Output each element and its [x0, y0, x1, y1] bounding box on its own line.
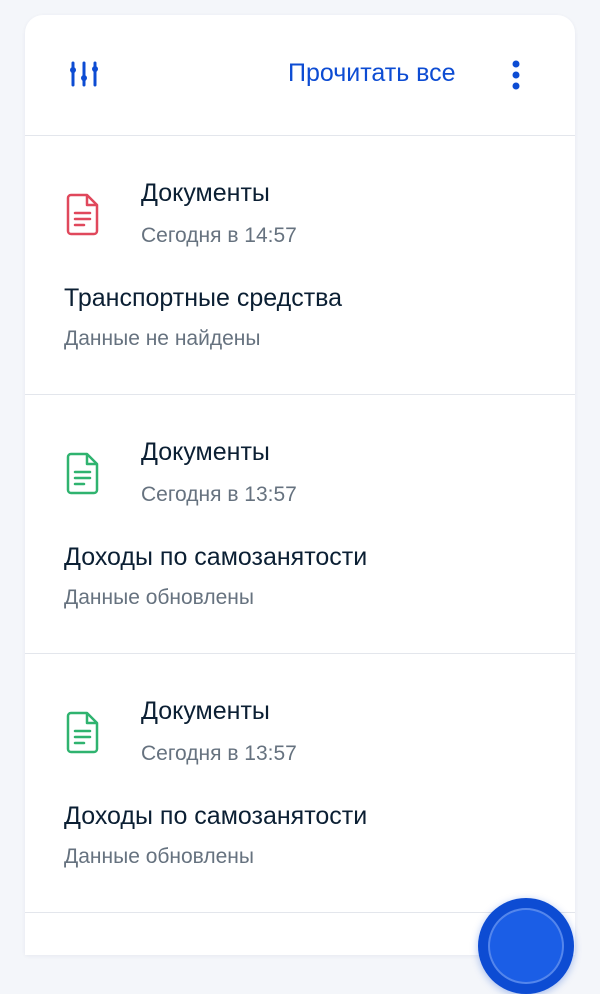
document-icon: [65, 710, 101, 754]
notification-status: Данные обновлены: [64, 845, 254, 868]
assistant-icon: [488, 908, 564, 984]
notification-category: Документы: [141, 179, 270, 207]
notification-status: Данные не найдены: [64, 327, 261, 350]
notifications-card: Прочитать все Документы Сегодня в 14:57 …: [25, 15, 575, 955]
notification-time: Сегодня в 13:57: [141, 483, 297, 506]
notification-title: Доходы по самозанятости: [64, 543, 368, 571]
notification-time: Сегодня в 13:57: [141, 742, 297, 765]
read-all-button[interactable]: Прочитать все: [288, 59, 456, 88]
document-icon: [65, 192, 101, 236]
notifications-header: Прочитать все: [25, 15, 575, 136]
assistant-fab-button[interactable]: [478, 898, 574, 994]
notification-title: Доходы по самозанятости: [64, 802, 368, 830]
kebab-menu-icon[interactable]: [509, 59, 523, 93]
notification-status: Данные обновлены: [64, 586, 254, 609]
notification-item[interactable]: Документы Сегодня в 13:57 Доходы по само…: [25, 395, 575, 654]
document-icon: [65, 451, 101, 495]
notification-category: Документы: [141, 438, 270, 466]
notification-item[interactable]: Документы Сегодня в 14:57 Транспортные с…: [25, 136, 575, 395]
notification-time: Сегодня в 14:57: [141, 224, 297, 247]
notification-category: Документы: [141, 697, 270, 725]
sliders-icon[interactable]: [69, 61, 99, 87]
notification-item[interactable]: Документы Сегодня в 13:57 Доходы по само…: [25, 654, 575, 913]
notification-title: Транспортные средства: [64, 284, 343, 312]
